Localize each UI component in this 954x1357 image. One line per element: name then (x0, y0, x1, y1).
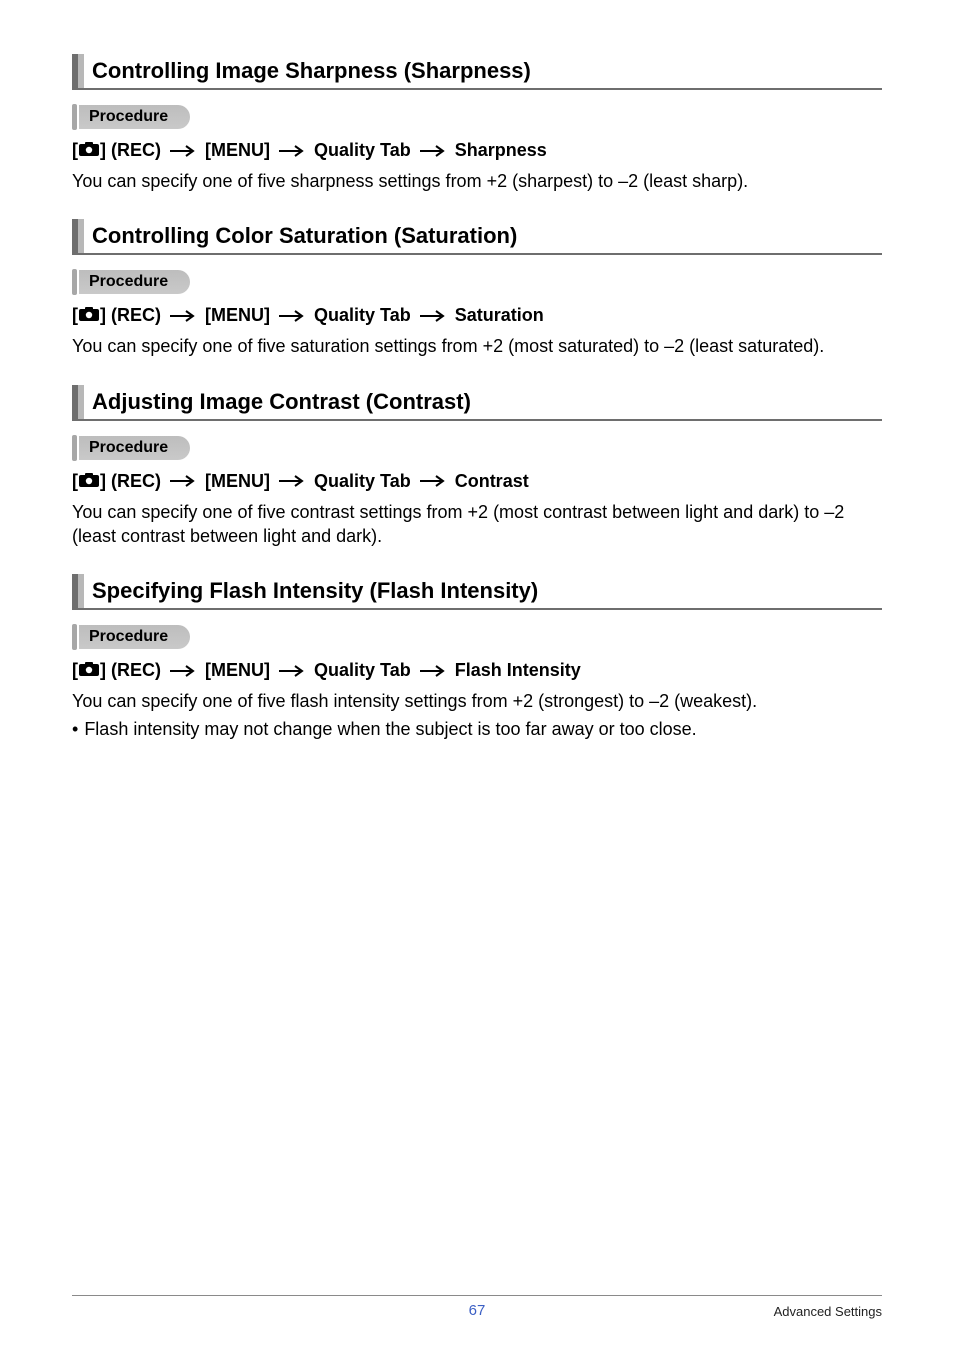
path-menu: [MENU] (205, 660, 270, 681)
heading-text: Controlling Image Sharpness (Sharpness) (92, 54, 531, 88)
procedure-bar (72, 269, 77, 295)
heading-text: Controlling Color Saturation (Saturation… (92, 219, 517, 253)
section-heading: Adjusting Image Contrast (Contrast) (72, 385, 882, 421)
path-menu: [MENU] (205, 305, 270, 326)
footer-section-title: Advanced Settings (774, 1304, 882, 1319)
section-heading: Specifying Flash Intensity (Flash Intens… (72, 574, 882, 610)
path-tab: Quality Tab (314, 471, 411, 492)
bracket-open: [ (72, 471, 78, 492)
body-paragraph: You can specify one of five sharpness se… (72, 169, 882, 193)
footer-content: 67 Advanced Settings (72, 1304, 882, 1319)
rec-text: (REC) (111, 140, 161, 161)
menu-path: [ ] (REC) [MENU] Quality Tab Contrast (72, 471, 882, 492)
path-rec: [ ] (REC) (72, 660, 161, 681)
section-sharpness: Controlling Image Sharpness (Sharpness) … (72, 54, 882, 193)
arrow-icon (169, 475, 197, 487)
menu-path: [ ] (REC) [MENU] Quality Tab Flash Inten… (72, 660, 882, 681)
arrow-icon (419, 665, 447, 677)
path-tab: Quality Tab (314, 660, 411, 681)
arrow-icon (278, 665, 306, 677)
arrow-icon (278, 145, 306, 157)
rec-text: (REC) (111, 305, 161, 326)
bracket-open: [ (72, 140, 78, 161)
bracket-open: [ (72, 305, 78, 326)
page-footer: 67 Advanced Settings (72, 1295, 882, 1319)
procedure-label-row: Procedure (72, 435, 882, 461)
footer-divider (72, 1295, 882, 1296)
page-content: Controlling Image Sharpness (Sharpness) … (0, 0, 954, 742)
path-item: Saturation (455, 305, 544, 326)
arrow-icon (419, 145, 447, 157)
section-heading: Controlling Color Saturation (Saturation… (72, 219, 882, 255)
procedure-bar (72, 104, 77, 130)
bullet-text: Flash intensity may not change when the … (84, 717, 696, 741)
path-tab: Quality Tab (314, 305, 411, 326)
heading-bar-light (78, 385, 84, 419)
body-paragraph: You can specify one of five saturation s… (72, 334, 882, 358)
path-rec: [ ] (REC) (72, 140, 161, 161)
arrow-icon (278, 310, 306, 322)
rec-text: (REC) (111, 471, 161, 492)
procedure-pill: Procedure (79, 105, 190, 129)
heading-bar-light (78, 54, 84, 88)
arrow-icon (278, 475, 306, 487)
bullet-item: • Flash intensity may not change when th… (72, 717, 882, 741)
arrow-icon (419, 310, 447, 322)
procedure-bar (72, 435, 77, 461)
path-menu: [MENU] (205, 471, 270, 492)
heading-text: Adjusting Image Contrast (Contrast) (92, 385, 471, 419)
camera-icon (79, 471, 99, 492)
menu-path: [ ] (REC) [MENU] Quality Tab Saturation (72, 305, 882, 326)
body-paragraph: You can specify one of five flash intens… (72, 689, 882, 713)
arrow-icon (169, 310, 197, 322)
procedure-label-row: Procedure (72, 269, 882, 295)
heading-bar-light (78, 574, 84, 608)
path-menu: [MENU] (205, 140, 270, 161)
path-rec: [ ] (REC) (72, 471, 161, 492)
camera-icon (79, 305, 99, 326)
heading-bar-light (78, 219, 84, 253)
section-flash-intensity: Specifying Flash Intensity (Flash Intens… (72, 574, 882, 742)
path-rec: [ ] (REC) (72, 305, 161, 326)
arrow-icon (419, 475, 447, 487)
path-item: Flash Intensity (455, 660, 581, 681)
procedure-label-row: Procedure (72, 624, 882, 650)
menu-path: [ ] (REC) [MENU] Quality Tab Sharpness (72, 140, 882, 161)
path-item: Contrast (455, 471, 529, 492)
procedure-pill: Procedure (79, 270, 190, 294)
rec-text: (REC) (111, 660, 161, 681)
arrow-icon (169, 665, 197, 677)
section-heading: Controlling Image Sharpness (Sharpness) (72, 54, 882, 90)
camera-icon (79, 660, 99, 681)
path-tab: Quality Tab (314, 140, 411, 161)
procedure-pill: Procedure (79, 436, 190, 460)
page-number: 67 (469, 1302, 486, 1319)
heading-text: Specifying Flash Intensity (Flash Intens… (92, 574, 538, 608)
section-contrast: Adjusting Image Contrast (Contrast) Proc… (72, 385, 882, 549)
procedure-bar (72, 624, 77, 650)
body-paragraph: You can specify one of five contrast set… (72, 500, 882, 549)
bullet-dot: • (72, 717, 78, 741)
arrow-icon (169, 145, 197, 157)
camera-icon (79, 140, 99, 161)
procedure-pill: Procedure (79, 625, 190, 649)
procedure-label-row: Procedure (72, 104, 882, 130)
bracket-open: [ (72, 660, 78, 681)
section-saturation: Controlling Color Saturation (Saturation… (72, 219, 882, 358)
path-item: Sharpness (455, 140, 547, 161)
